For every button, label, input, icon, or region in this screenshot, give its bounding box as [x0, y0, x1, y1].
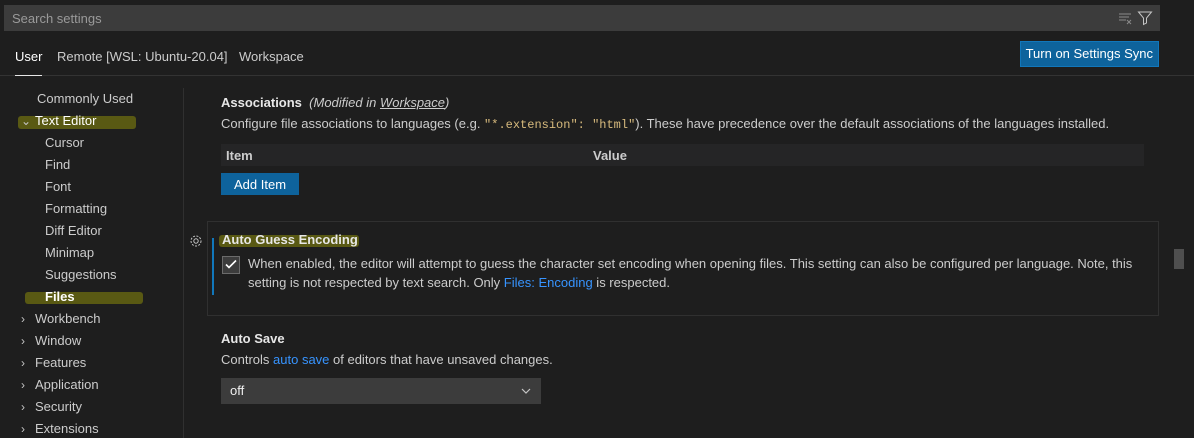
setting-associations-title: Associations (Modified in Workspace)	[221, 95, 449, 110]
modified-suffix: )	[445, 95, 450, 110]
desc-text: Configure file associations to languages…	[221, 116, 485, 131]
modified-workspace-link[interactable]: Workspace	[380, 95, 445, 110]
auto-guess-encoding-checkbox[interactable]	[222, 256, 240, 274]
associations-table-header: Item Value	[221, 144, 1144, 166]
tab-user[interactable]: User	[15, 42, 43, 76]
toc-extensions-label: Extensions	[35, 421, 99, 436]
setting-title: Associations	[221, 95, 302, 110]
toc-security-label: Security	[35, 399, 82, 414]
toc-commonly-used[interactable]: Commonly Used	[37, 88, 133, 110]
modified-prefix: (Modified in	[309, 95, 380, 110]
chevron-right-icon: ›	[21, 312, 25, 326]
search-input[interactable]	[5, 6, 1159, 30]
tab-workspace[interactable]: Workspace	[239, 42, 304, 76]
setting-auto-guess-encoding: Auto Guess Encoding When enabled, the ed…	[207, 221, 1159, 316]
add-item-button[interactable]: Add Item	[221, 173, 300, 195]
setting-auto-guess-description: When enabled, the editor will attempt to…	[248, 254, 1148, 292]
chevron-right-icon: ›	[21, 400, 25, 414]
toc-text-editor[interactable]: ⌄ Text Editor	[21, 110, 96, 132]
toc-features-label: Features	[35, 355, 87, 370]
filter-icon[interactable]	[1137, 10, 1153, 26]
tab-remote[interactable]: Remote [WSL: Ubuntu-20.04]	[57, 42, 228, 76]
settings-search[interactable]	[4, 5, 1160, 31]
turn-on-settings-sync-button[interactable]: Turn on Settings Sync	[1019, 41, 1159, 67]
desc-text: setting is not respected by text search.…	[248, 275, 504, 290]
toc-application[interactable]: › Application	[21, 374, 99, 396]
desc-text-after: is respected.	[592, 275, 671, 290]
auto-save-value: off	[230, 383, 245, 398]
scrollbar-thumb[interactable]	[1174, 249, 1184, 269]
toc-workbench-label: Workbench	[35, 311, 101, 326]
toc-cursor[interactable]: Cursor	[45, 132, 84, 154]
modified-indicator: (Modified in Workspace)	[306, 95, 450, 110]
setting-associations-description: Configure file associations to languages…	[221, 114, 1109, 135]
toc-formatting[interactable]: Formatting	[45, 198, 107, 220]
check-icon	[225, 259, 237, 269]
toc-text-editor-label: Text Editor	[35, 113, 97, 128]
auto-save-link[interactable]: auto save	[273, 352, 329, 367]
toc-workbench[interactable]: › Workbench	[21, 308, 101, 330]
toc-highlight-files	[25, 292, 143, 304]
chevron-right-icon: ›	[21, 334, 25, 348]
toc-diff-editor[interactable]: Diff Editor	[45, 220, 102, 242]
toc-find[interactable]: Find	[45, 154, 70, 176]
modified-bar	[212, 238, 214, 295]
desc-text: Controls	[221, 352, 274, 367]
chevron-down-icon: ⌄	[21, 114, 32, 128]
setting-title: Auto Guess Encoding	[222, 232, 358, 247]
desc-text-after: of editors that have unsaved changes.	[329, 352, 553, 367]
toc-features[interactable]: › Features	[21, 352, 86, 374]
toc-security[interactable]: › Security	[21, 396, 82, 418]
chevron-down-icon	[521, 388, 531, 394]
gear-icon[interactable]	[188, 233, 204, 249]
chevron-right-icon: ›	[21, 356, 25, 370]
files-encoding-link[interactable]: Files: Encoding	[504, 275, 593, 290]
toc-window[interactable]: › Window	[21, 330, 81, 352]
desc-code: "*.extension": "html"	[484, 118, 636, 132]
chevron-right-icon: ›	[21, 422, 25, 436]
toc-minimap[interactable]: Minimap	[45, 242, 94, 264]
auto-save-dropdown[interactable]: off	[221, 378, 541, 404]
clear-filter-icon[interactable]	[1117, 10, 1133, 26]
column-value: Value	[593, 148, 627, 163]
chevron-right-icon: ›	[21, 378, 25, 392]
toc-application-label: Application	[35, 377, 99, 392]
column-item: Item	[226, 148, 253, 163]
desc-line-1: When enabled, the editor will attempt to…	[248, 256, 1133, 271]
toc-files[interactable]: Files	[45, 286, 75, 308]
toc-window-label: Window	[35, 333, 82, 348]
setting-auto-save-description: Controls auto save of editors that have …	[221, 350, 553, 369]
settings-scope-tabs: User Remote [WSL: Ubuntu-20.04] Workspac…	[0, 42, 1194, 76]
desc-text-after: ). These have precedence over the defaul…	[635, 116, 1110, 131]
settings-list: Associations (Modified in Workspace) Con…	[184, 88, 1194, 438]
toc-font[interactable]: Font	[45, 176, 71, 198]
toc-extensions[interactable]: › Extensions	[21, 418, 99, 438]
setting-auto-save-title: Auto Save	[221, 331, 285, 346]
toc-suggestions[interactable]: Suggestions	[45, 264, 117, 286]
desc-line-2: setting is not respected by text search.…	[248, 273, 1148, 292]
